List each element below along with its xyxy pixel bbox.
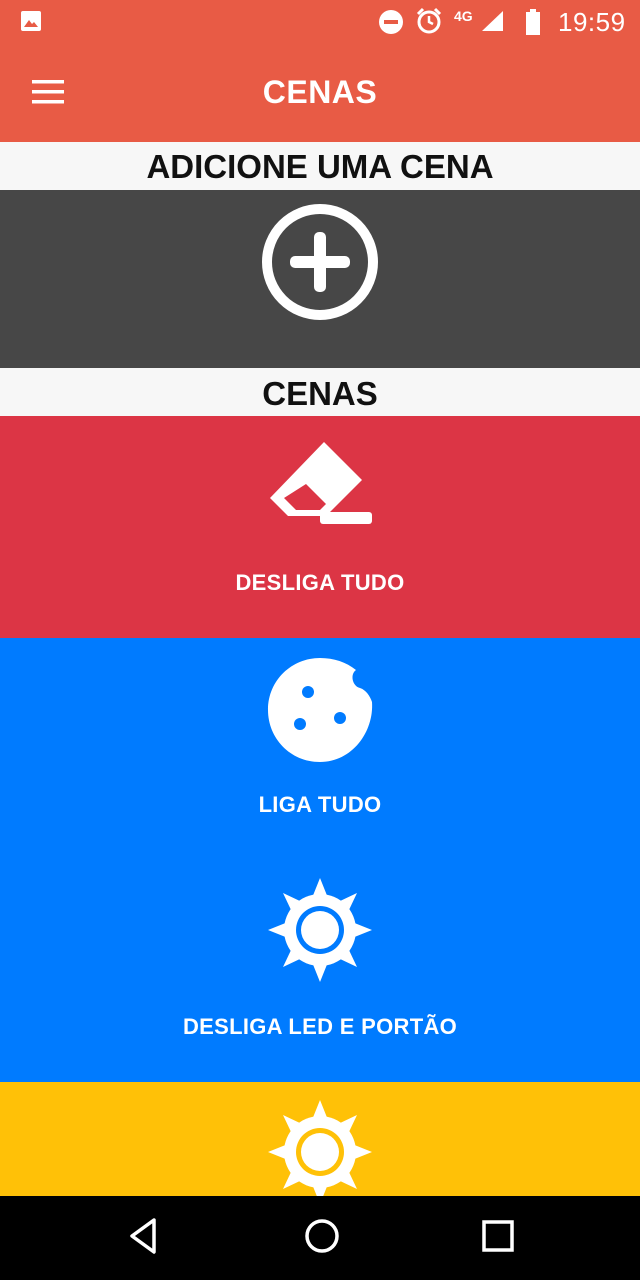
- do-not-disturb-icon: [379, 10, 403, 34]
- add-scene-panel[interactable]: [0, 190, 640, 368]
- app-bar: CENAS: [0, 44, 640, 142]
- home-icon[interactable]: [300, 1214, 344, 1258]
- alarm-icon: [416, 7, 442, 34]
- scene-label: DESLIGA TUDO: [235, 570, 405, 595]
- network-type-label: 4G: [454, 8, 473, 24]
- clock-time: 19:59: [558, 7, 626, 37]
- sun-icon: [268, 878, 372, 982]
- gallery-icon: [21, 11, 41, 31]
- scene-card-desliga-tudo[interactable]: DESLIGA TUDO: [0, 416, 640, 638]
- add-scene-heading: ADICIONE UMA CENA: [0, 142, 640, 190]
- scenes-heading: CENAS: [0, 368, 640, 416]
- battery-icon: [526, 9, 540, 35]
- cookie-icon: [268, 658, 373, 762]
- back-icon[interactable]: [122, 1214, 166, 1258]
- scene-label: DESLIGA LED E PORTÃO: [182, 1014, 458, 1039]
- scene-card-desliga-led-e-portao[interactable]: DESLIGA LED E PORTÃO: [0, 860, 640, 1082]
- signal-icon: [482, 11, 503, 31]
- add-circle-icon[interactable]: [260, 202, 380, 322]
- page-title: CENAS: [262, 74, 378, 110]
- scene-label: LIGA TUDO: [258, 792, 382, 817]
- sun-icon: [268, 1100, 372, 1196]
- recents-icon[interactable]: [476, 1214, 520, 1258]
- status-bar: 4G 19:59: [0, 0, 640, 44]
- scene-card-yellow[interactable]: [0, 1082, 640, 1196]
- scene-card-liga-tudo[interactable]: LIGA TUDO: [0, 638, 640, 860]
- eraser-icon: [270, 442, 372, 524]
- system-navigation-bar: [0, 1196, 640, 1280]
